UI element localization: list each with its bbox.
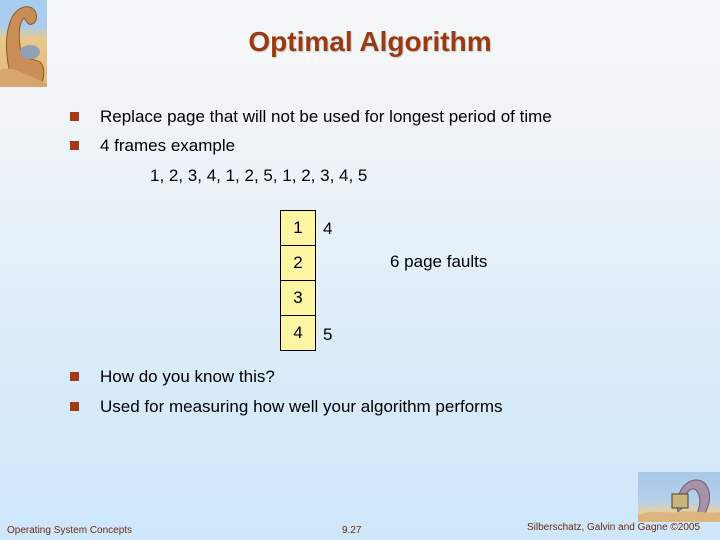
slide-title: Optimal Algorithm <box>248 26 492 57</box>
frame-cell: 3 <box>281 280 315 315</box>
reference-string: 1, 2, 3, 4, 1, 2, 5, 1, 2, 3, 4, 5 <box>150 166 368 185</box>
bullet-square-icon <box>70 141 79 150</box>
frame4-replacement: 5 <box>323 325 333 344</box>
footer-course: Operating System Concepts <box>7 525 133 536</box>
bullet-text: Used for measuring how well your algorit… <box>100 397 503 416</box>
bullet-square-icon <box>70 112 79 121</box>
bullet-text: 4 frames example <box>100 136 236 155</box>
footer-page-number: 9.27 <box>342 525 362 536</box>
footer-copyright: Silberschatz, Galvin and Gagne ©2005 <box>527 522 701 533</box>
bullet-text: Replace page that will not be used for l… <box>100 107 552 126</box>
frame-cell: 4 <box>281 315 315 350</box>
frame-cell: 1 <box>293 218 303 237</box>
frame-stack: 1 2 3 4 <box>280 210 316 351</box>
dinosaur-computer-logo-icon <box>638 472 720 522</box>
bullet-square-icon <box>70 402 79 411</box>
frame1-replacement: 4 <box>323 219 333 238</box>
page-faults-label: 6 page faults <box>390 252 488 271</box>
frame-cell: 2 <box>281 245 315 280</box>
bullet-text: How do you know this? <box>100 367 275 386</box>
bullet-square-icon <box>70 372 79 381</box>
